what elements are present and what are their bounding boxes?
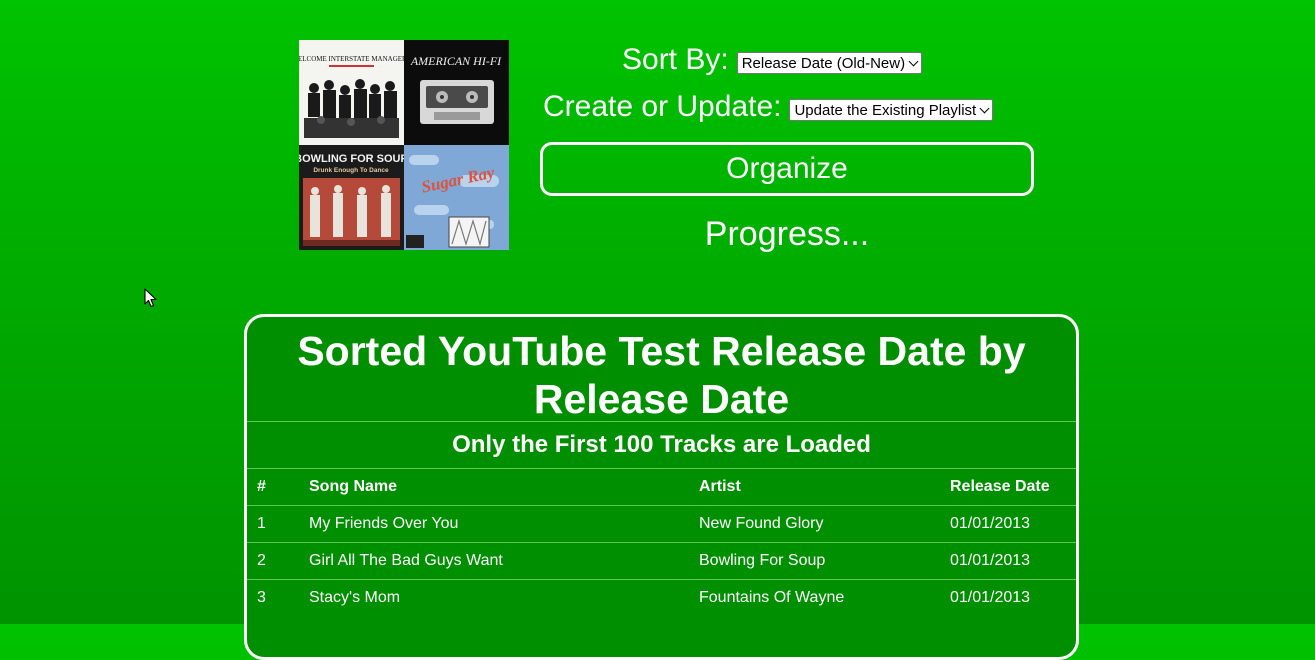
track-artist: Fountains Of Wayne bbox=[699, 579, 950, 616]
track-artist: Bowling For Soup bbox=[699, 542, 950, 580]
cover3-title: BOWLING FOR SOUP bbox=[299, 153, 404, 165]
create-or-update-select[interactable]: Update the Existing Playlist bbox=[789, 99, 994, 121]
column-header-song-name: Song Name bbox=[309, 468, 699, 506]
album-cover-sugar-ray: Sugar Ray bbox=[404, 145, 509, 250]
album-cover-american-hi-fi: AMERICAN HI-FI bbox=[404, 40, 509, 145]
sort-by-label: Sort By: bbox=[622, 43, 729, 76]
table-row: 3 Stacy's Mom Fountains Of Wayne 01/01/2… bbox=[247, 579, 1076, 616]
sort-by-selected-value: Release Date (Old-New) bbox=[741, 54, 906, 72]
album-cover-bowling-for-soup: BOWLING FOR SOUP Drunk Enough To Dance bbox=[299, 145, 404, 250]
track-song-name: Girl All The Bad Guys Want bbox=[309, 542, 699, 580]
sort-by-row: Sort By: Release Date (Old-New) bbox=[622, 42, 923, 78]
playlist-panel: Sorted YouTube Test Release Date by Rele… bbox=[244, 314, 1079, 660]
cover1-title: WELCOME INTERSTATE MANAGERS bbox=[299, 55, 404, 63]
cover3-subtitle: Drunk Enough To Dance bbox=[313, 167, 389, 174]
organize-button[interactable]: Organize bbox=[540, 142, 1034, 196]
create-or-update-label: Create or Update: bbox=[543, 90, 782, 123]
column-header-artist: Artist bbox=[699, 468, 950, 506]
track-release-date: 01/01/2013 bbox=[950, 542, 1076, 580]
table-row: 2 Girl All The Bad Guys Want Bowling For… bbox=[247, 542, 1076, 580]
create-or-update-selected-value: Update the Existing Playlist bbox=[794, 101, 977, 119]
column-header-number: # bbox=[247, 468, 309, 506]
playlist-cover-collage: WELCOME INTERSTATE MANAGERS AMERICAN HI-… bbox=[299, 40, 509, 250]
mouse-pointer-icon bbox=[144, 288, 157, 308]
create-or-update-row: Create or Update: Update the Existing Pl… bbox=[543, 89, 994, 125]
playlist-title: Sorted YouTube Test Release Date by Rele… bbox=[297, 328, 1026, 422]
track-release-date: 01/01/2013 bbox=[950, 579, 1076, 616]
track-artist: New Found Glory bbox=[699, 505, 950, 543]
cover2-title: AMERICAN HI-FI bbox=[410, 54, 502, 68]
track-song-name: My Friends Over You bbox=[309, 505, 699, 543]
table-header-row: # Song Name Artist Release Date bbox=[247, 468, 1076, 506]
sort-by-select[interactable]: Release Date (Old-New) bbox=[736, 52, 923, 74]
track-song-name: Stacy's Mom bbox=[309, 579, 699, 616]
track-number: 3 bbox=[247, 579, 309, 616]
track-number: 2 bbox=[247, 542, 309, 580]
column-header-release-date: Release Date bbox=[950, 468, 1076, 506]
track-table: # Song Name Artist Release Date 1 My Fri… bbox=[247, 468, 1076, 616]
chevron-down-icon bbox=[908, 56, 919, 66]
table-row: 1 My Friends Over You New Found Glory 01… bbox=[247, 505, 1076, 543]
track-number: 1 bbox=[247, 505, 309, 543]
album-cover-welcome-interstate-managers: WELCOME INTERSTATE MANAGERS bbox=[299, 40, 404, 145]
track-release-date: 01/01/2013 bbox=[950, 505, 1076, 543]
progress-status: Progress... bbox=[704, 215, 870, 253]
chevron-down-icon bbox=[979, 103, 990, 113]
track-limit-notice: Only the First 100 Tracks are Loaded bbox=[247, 421, 1076, 468]
